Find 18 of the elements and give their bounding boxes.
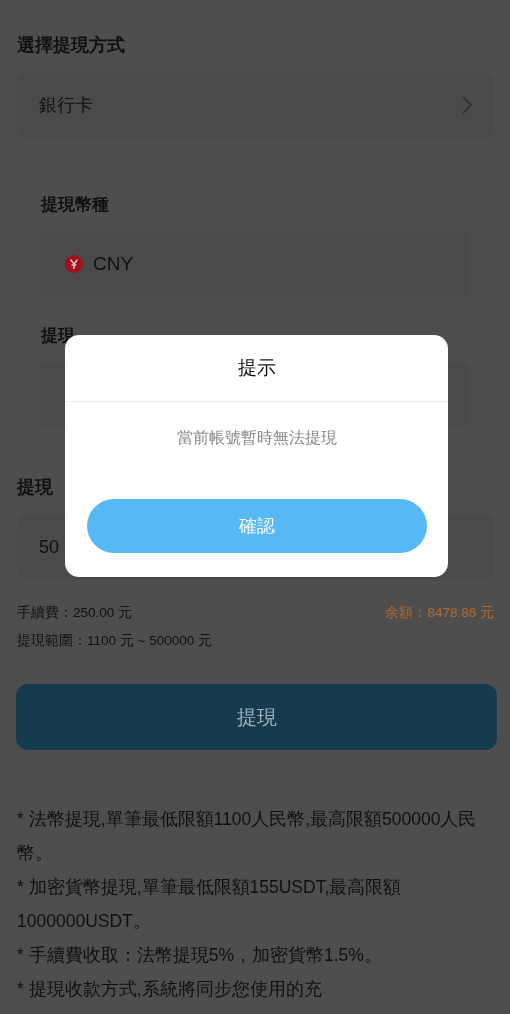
- note-text: * 手續費收取：法幣提現5%，加密貨幣1.5%。: [17, 944, 383, 967]
- section-title: 選擇提現方式: [17, 34, 126, 57]
- range-text: 提現範圍：1100 元 ~ 500000 元: [17, 632, 213, 650]
- currency-field[interactable]: CNY: [39, 232, 469, 295]
- chevron-right-icon: [462, 96, 472, 114]
- confirm-button[interactable]: 確認: [86, 499, 427, 553]
- note-text: * 提現收款方式,系統將同步您使用的充: [17, 978, 323, 1001]
- currency-icon: [65, 254, 83, 273]
- section-title: 提現: [17, 476, 54, 499]
- field-label: 提現幣種: [41, 194, 110, 216]
- fee-text: 手續費：250.00 元: [17, 604, 133, 622]
- dialog-message: 當前帳號暫時無法提現: [176, 428, 337, 448]
- balance-text: 余額：8478.86 元: [385, 604, 494, 622]
- note-text: * 加密貨幣提現,單筆最低限額155USDT,最高限額1000000USDT。: [17, 876, 403, 933]
- method-selector[interactable]: 銀行卡: [17, 72, 494, 138]
- withdraw-button[interactable]: 提現: [16, 684, 497, 750]
- dialog-title: 提示: [237, 356, 276, 380]
- note-text: * 法幣提現,單筆最低限額1100人民幣,最高限額500000人民幣。: [17, 808, 478, 865]
